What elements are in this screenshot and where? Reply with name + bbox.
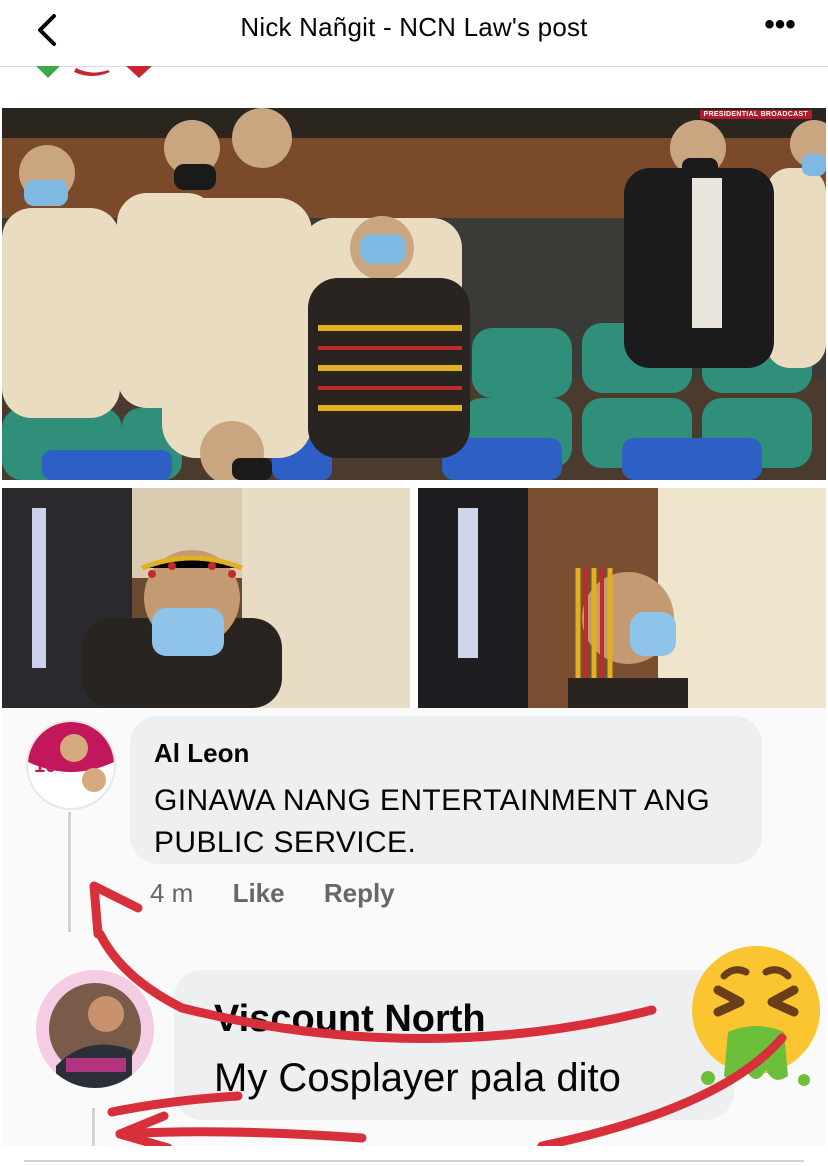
vomiting-face-icon xyxy=(692,946,820,1086)
reaction-icons-partial xyxy=(36,66,152,78)
top-nav-bar: Nick Nañgit - NCN Law's post ••• xyxy=(0,0,828,67)
closeup-photo-right[interactable] xyxy=(418,488,826,708)
reply-button[interactable]: Reply xyxy=(324,878,395,908)
page-title: Nick Nañgit - NCN Law's post xyxy=(240,12,588,42)
comment-author[interactable]: Al Leon xyxy=(154,738,249,769)
comment-author[interactable]: Viscount North xyxy=(214,998,486,1041)
post-screenshot-image: PRESIDENTIAL BROADCAST 10 7 Al Leon GINA… xyxy=(2,108,826,1146)
thread-line xyxy=(68,812,71,932)
comment-time: 4 m xyxy=(150,878,194,908)
thread-line xyxy=(92,1108,95,1146)
broadcast-tag: PRESIDENTIAL BROADCAST xyxy=(699,110,812,119)
more-options-button[interactable]: ••• xyxy=(760,10,800,40)
comment-bubble[interactable]: Al Leon GINAWA NANG ENTERTAINMENT ANG PU… xyxy=(130,716,762,864)
avatar[interactable]: 10 7 xyxy=(26,720,116,810)
comment-text: GINAWA NANG ENTERTAINMENT ANG PUBLIC SER… xyxy=(154,784,711,859)
comment-actions: 4 m Like Reply xyxy=(150,878,427,909)
comment-text: My Cosplayer pala dito xyxy=(214,1056,621,1100)
comment-bubble[interactable]: Viscount North My Cosplayer pala dito xyxy=(174,970,734,1120)
like-button[interactable]: Like xyxy=(233,878,285,908)
session-hall-photo[interactable]: PRESIDENTIAL BROADCAST xyxy=(2,108,826,480)
badge-number-10: 10 xyxy=(34,755,56,777)
bottom-divider xyxy=(24,1160,804,1162)
closeup-photo-left[interactable] xyxy=(2,488,410,708)
badge-number-7: 7 xyxy=(56,777,67,799)
avatar[interactable] xyxy=(36,970,154,1088)
comments-section: 10 7 Al Leon GINAWA NANG ENTERTAINMENT A… xyxy=(2,708,826,1146)
